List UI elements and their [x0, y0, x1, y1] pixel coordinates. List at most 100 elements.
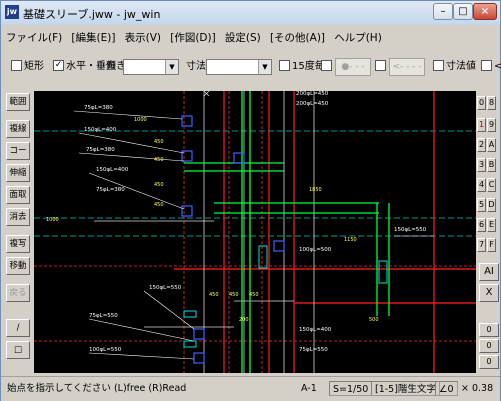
arrow-checkbox-wrap[interactable] [375, 57, 388, 77]
dimval-option[interactable]: 寸法値 [433, 57, 476, 77]
sleeve-label: 150φL=400 [299, 327, 332, 333]
dot-checkbox[interactable] [321, 59, 332, 71]
sleeve-label: 75φL=550 [299, 347, 328, 353]
layer-group-5[interactable]: 5 [477, 198, 486, 212]
layer-group-6[interactable]: 6 [477, 218, 486, 232]
tool-undo[interactable]: 戻る [6, 284, 30, 302]
sleeve-label: 75φL=380 [86, 147, 115, 153]
rect-tool-icon[interactable]: □ [6, 341, 30, 359]
all-layers-button[interactable]: AI [479, 263, 499, 281]
minimize-button[interactable]: – [433, 3, 453, 20]
tool-move[interactable]: 移動 [6, 257, 30, 275]
layer-group-0[interactable]: 0 [477, 96, 486, 110]
dimension-text: 1000 [134, 117, 147, 123]
rect-option[interactable]: 矩形 [11, 57, 44, 77]
chevron-down-icon[interactable]: ▼ [258, 60, 271, 74]
dim-label: 寸法 [186, 61, 206, 72]
line-tool-icon[interactable]: / [6, 319, 30, 337]
lt-option[interactable]: < [481, 57, 501, 77]
dimension-text: 450 [154, 202, 164, 208]
tool-offset[interactable]: 複線 [6, 120, 30, 138]
tool-options-bar: 矩形 ✓ 水平・垂直 傾き ▼ 寸法 ▼ 15度毎 ●- - - <- - - -… [3, 57, 501, 79]
dimension-text: 1150 [344, 237, 357, 243]
drawing-canvas[interactable]: 75φL=380 150φL=400 75φL=380 150φL=400 75… [34, 91, 476, 373]
menu-file[interactable]: ファイル(F) [3, 29, 65, 47]
layer-group-b[interactable]: B [487, 158, 496, 172]
menu-settings[interactable]: 設定(S) [222, 29, 264, 47]
menu-other[interactable]: [その他(A)] [267, 29, 328, 47]
sleeve-label: 150φL=400 [96, 167, 129, 173]
menu-edit[interactable]: [編集(E)] [68, 29, 118, 47]
layer-group-4[interactable]: 4 [477, 178, 486, 192]
layer-group-3[interactable]: 3 [477, 158, 486, 172]
layer-extra-button[interactable]: 0 [479, 323, 499, 337]
layer-group-1[interactable]: 1 [477, 118, 486, 132]
sleeve-label: 150φL=550 [394, 227, 427, 233]
layer-display[interactable]: [1-5]階生文字 [371, 381, 440, 396]
layer-bar: 0 8 1 9 2 A 3 B 4 C 5 D 6 E 7 F AI X 0 0… [477, 91, 501, 373]
tool-erase[interactable]: 消去 [6, 208, 30, 226]
layer-extra-button[interactable]: 0 [479, 339, 499, 353]
sleeve-label: 75φL=550 [89, 313, 118, 319]
arrow-button[interactable]: <- - - - [389, 58, 425, 76]
tilt-combo[interactable]: ▼ [123, 59, 179, 75]
dimval-label: 寸法値 [446, 61, 476, 72]
dimension-text: 450 [249, 292, 259, 298]
deg15-checkbox[interactable] [279, 59, 290, 71]
angle-display[interactable]: ∠0 [435, 381, 458, 396]
dimension-text: 450 [154, 139, 164, 145]
status-message: 始点を指示してください (L)free (R)Read [7, 383, 187, 394]
hv-checkbox[interactable]: ✓ [53, 59, 64, 71]
jw-app-icon: jw [5, 5, 19, 19]
dimension-text: 1000 [46, 217, 59, 223]
menu-bar: ファイル(F) [編集(E)] 表示(V) [作図(D)] 設定(S) [その他… [3, 29, 385, 47]
tool-corner[interactable]: コーナー [6, 142, 30, 160]
layer-group-8[interactable]: 8 [487, 96, 496, 110]
layer-group-c[interactable]: C [487, 178, 496, 192]
zoom-display[interactable]: × 0.38 [461, 381, 493, 396]
layer-group-e[interactable]: E [487, 218, 496, 232]
dimension-text: 1850 [309, 187, 322, 193]
layer-group-a[interactable]: A [487, 138, 496, 152]
layer-group-d[interactable]: D [487, 198, 496, 212]
close-layer-button[interactable]: X [479, 284, 499, 302]
tool-copy[interactable]: 複写 [6, 235, 30, 253]
tool-range[interactable]: 範囲 [6, 93, 30, 111]
window-title: 基礎スリーブ.jww - jw_win [23, 8, 161, 21]
rect-label: 矩形 [24, 61, 44, 72]
dimval-checkbox[interactable] [433, 59, 444, 71]
close-button[interactable]: × [473, 3, 497, 20]
layer-group-2[interactable]: 2 [477, 138, 486, 152]
sleeve-label: 75φL=380 [84, 105, 113, 111]
cad-drawing: 75φL=380 150φL=400 75φL=380 150φL=400 75… [34, 91, 476, 373]
app-window: jw 基礎スリーブ.jww - jw_win – □ × ファイル(F) [編集… [0, 0, 501, 401]
tool-chamfer[interactable]: 面取 [6, 186, 30, 204]
lt-checkbox[interactable] [481, 59, 492, 71]
lt-label: < [494, 61, 501, 72]
sleeve-label: 150φL=550 [149, 285, 182, 291]
rect-checkbox[interactable] [11, 59, 22, 71]
dim-combo[interactable]: ▼ [206, 59, 272, 75]
sleeve-label: 150φL=400 [84, 127, 117, 133]
layer-extra-button[interactable]: 0 [479, 355, 499, 369]
dot-button[interactable]: ●- - - [335, 58, 371, 76]
menu-draw[interactable]: [作図(D)] [167, 29, 218, 47]
sleeve-label: 200φL=450 [296, 91, 329, 97]
arrow-checkbox[interactable] [375, 59, 386, 71]
layer-group-7[interactable]: 7 [477, 238, 486, 252]
tool-stretch[interactable]: 伸縮 [6, 164, 30, 182]
dimension-text: 450 [209, 292, 219, 298]
dot-checkbox-wrap[interactable] [321, 57, 334, 77]
maximize-button[interactable]: □ [453, 3, 473, 20]
scale-display[interactable]: S=1/50 [329, 381, 373, 396]
deg15-option[interactable]: 15度毎 [279, 57, 325, 77]
layer-group-f[interactable]: F [487, 238, 496, 252]
paper-size[interactable]: A-1 [301, 381, 317, 396]
dimension-text: 450 [229, 292, 239, 298]
menu-help[interactable]: ヘルプ(H) [331, 29, 385, 47]
layer-group-9[interactable]: 9 [487, 118, 496, 132]
menu-view[interactable]: 表示(V) [122, 29, 164, 47]
status-bar: 始点を指示してください (L)free (R)Read A-1 S=1/50 [… [1, 376, 500, 401]
chevron-down-icon[interactable]: ▼ [165, 60, 178, 74]
dimension-text: 450 [154, 157, 164, 163]
